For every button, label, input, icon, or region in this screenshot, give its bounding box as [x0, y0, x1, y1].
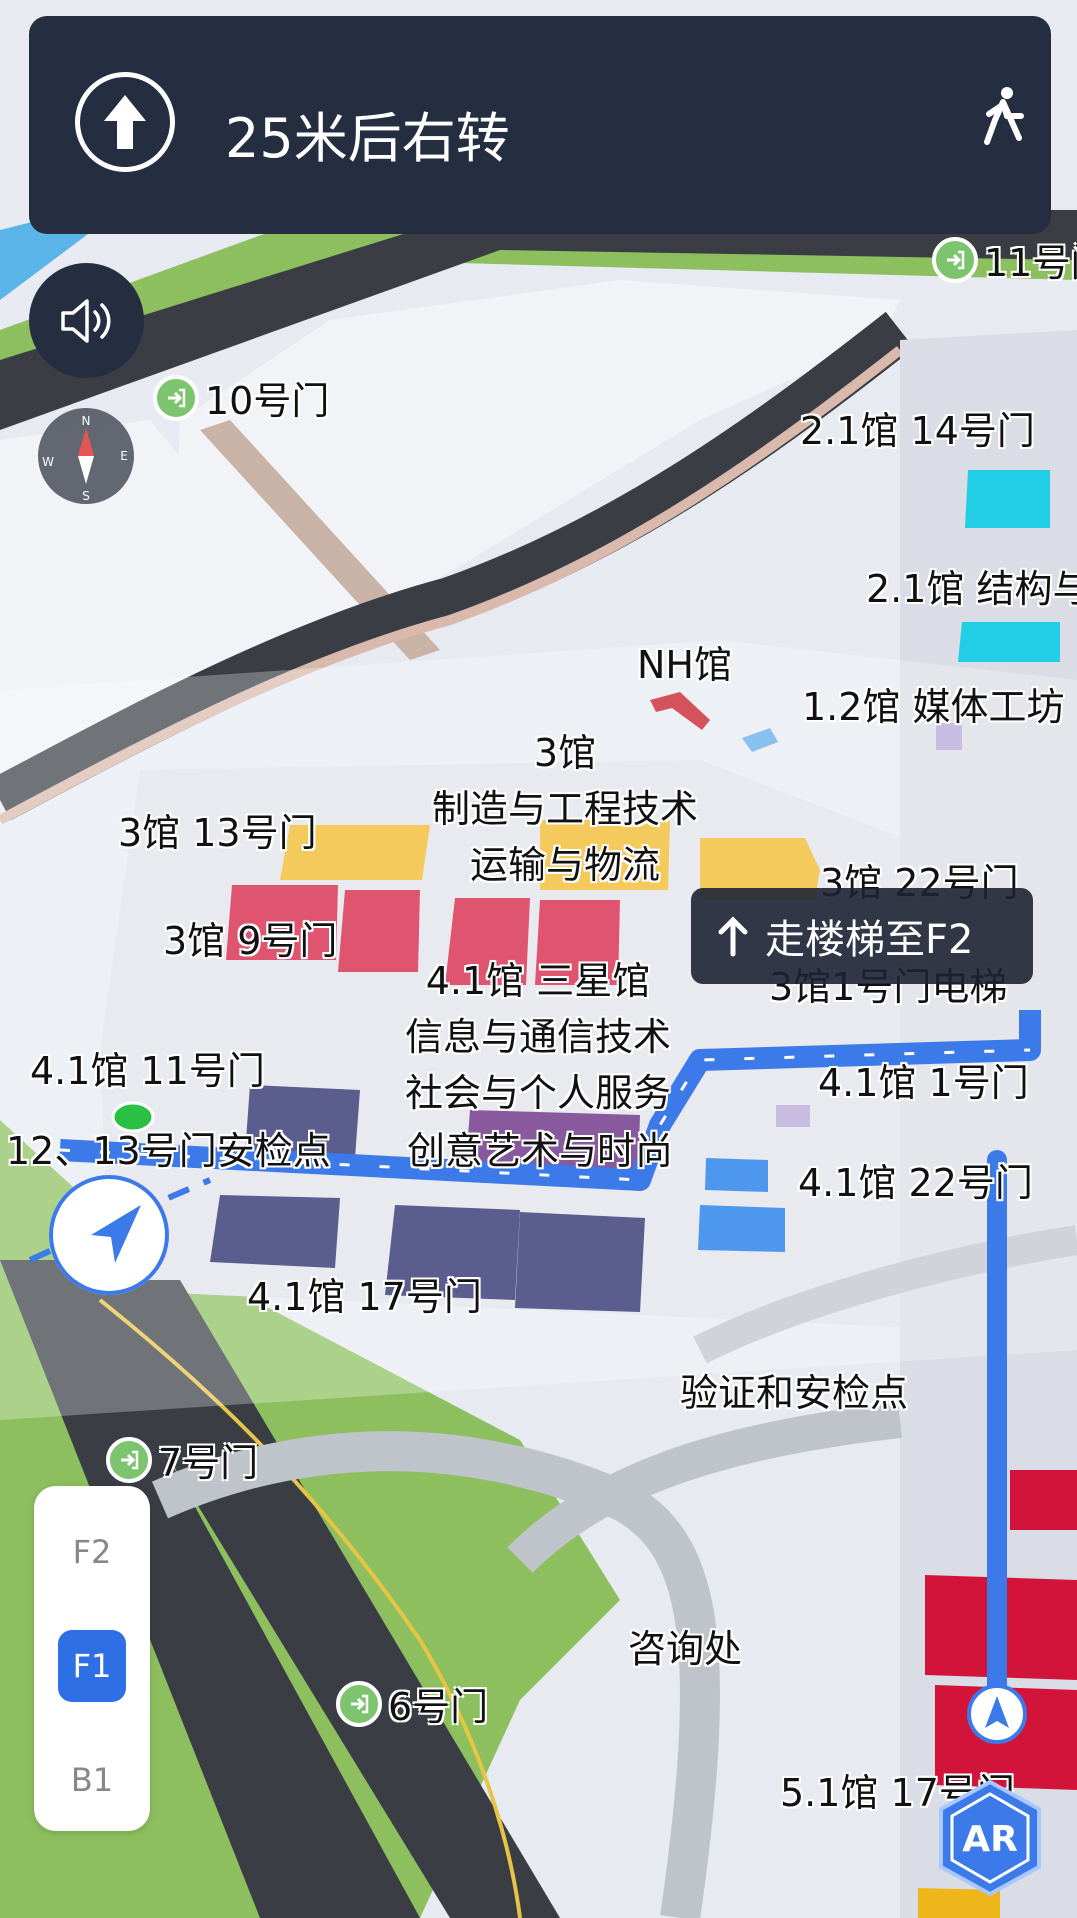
ar-hexagon-icon: AR	[939, 1779, 1041, 1897]
direction-indicator	[75, 72, 175, 172]
gate-marker[interactable]: 7号门	[106, 1432, 258, 1487]
compass-west: W	[42, 455, 54, 469]
exit-door-icon	[153, 374, 199, 421]
map-label[interactable]: 4.1馆 22号门	[798, 1152, 1033, 1207]
gate-label: 7号门	[158, 1441, 259, 1485]
route-destination-node	[967, 1684, 1027, 1744]
map-label[interactable]: NH馆	[637, 634, 732, 689]
gate-marker[interactable]: 10号门	[153, 370, 329, 425]
navigation-banner: 25米后右转	[29, 16, 1051, 234]
map-label[interactable]: 4.1馆 17号门	[247, 1266, 482, 1321]
map-label[interactable]: 4.1馆 11号门	[30, 1040, 265, 1095]
arrow-up-icon	[104, 95, 146, 149]
sound-button[interactable]	[29, 263, 144, 378]
floor-button-b1[interactable]: B1	[58, 1744, 126, 1816]
map-label[interactable]: 3馆 9号门	[163, 910, 337, 965]
map-label[interactable]: 信息与通信技术	[405, 1006, 671, 1061]
stairs-instruction-callout[interactable]: 走楼梯至F2	[691, 888, 1033, 984]
map-label[interactable]: 1.2馆 媒体工坊	[802, 676, 1065, 731]
map-label[interactable]: 2.1馆 14号门	[800, 400, 1035, 455]
gate-label: 10号门	[205, 379, 330, 423]
gate-marker[interactable]: 11号门	[932, 232, 1077, 287]
gate-marker[interactable]: 6号门	[336, 1676, 488, 1731]
hall-block	[1010, 1470, 1077, 1530]
map-label[interactable]: 咨询处	[628, 1618, 742, 1673]
exit-door-icon	[106, 1436, 152, 1483]
compass-icon: N S E W	[42, 414, 128, 503]
compass-north: N	[82, 414, 91, 428]
floor-selector: F2 F1 B1	[34, 1486, 150, 1831]
map-label[interactable]: 2.1馆 结构与	[866, 558, 1077, 613]
map-label[interactable]: 创意艺术与时尚	[407, 1120, 673, 1175]
exit-door-icon	[932, 236, 978, 283]
stairs-instruction-label: 走楼梯至F2	[765, 917, 974, 963]
location-arrow-icon	[91, 1205, 141, 1263]
current-location-marker	[49, 1175, 169, 1295]
compass-button[interactable]: N S E W	[38, 408, 134, 504]
map-label[interactable]: 4.1馆 三星馆	[426, 950, 651, 1005]
exit-door-icon	[336, 1680, 382, 1727]
turn-instruction: 25米后右转	[225, 107, 510, 170]
gate-label: 6号门	[388, 1685, 489, 1729]
map-label[interactable]: 4.1馆 1号门	[818, 1052, 1029, 1107]
map-label[interactable]: 制造与工程技术	[432, 778, 698, 833]
ar-button[interactable]: AR	[935, 1778, 1045, 1898]
compass-east: E	[120, 449, 128, 463]
map-label[interactable]: 3馆 13号门	[118, 802, 317, 857]
map-label[interactable]: 运输与物流	[470, 834, 660, 889]
navigation-arrow-icon	[985, 1696, 1009, 1728]
floor-button-f1[interactable]: F1	[58, 1630, 126, 1702]
speaker-icon	[60, 298, 110, 343]
map-label[interactable]: 验证和安检点	[680, 1362, 908, 1417]
arrow-up-icon	[718, 916, 748, 957]
gate-label: 11号门	[984, 241, 1077, 285]
map-label[interactable]: 12、13号门安检点	[6, 1120, 331, 1175]
compass-south: S	[82, 489, 90, 503]
hall-block	[958, 622, 1060, 662]
floor-button-f2[interactable]: F2	[58, 1516, 126, 1588]
ar-label: AR	[962, 1819, 1018, 1860]
map-label[interactable]: 社会与个人服务	[405, 1062, 671, 1117]
walking-person-icon[interactable]	[981, 86, 1025, 150]
hall-block	[965, 470, 1050, 528]
map-label[interactable]: 3馆	[534, 722, 596, 777]
